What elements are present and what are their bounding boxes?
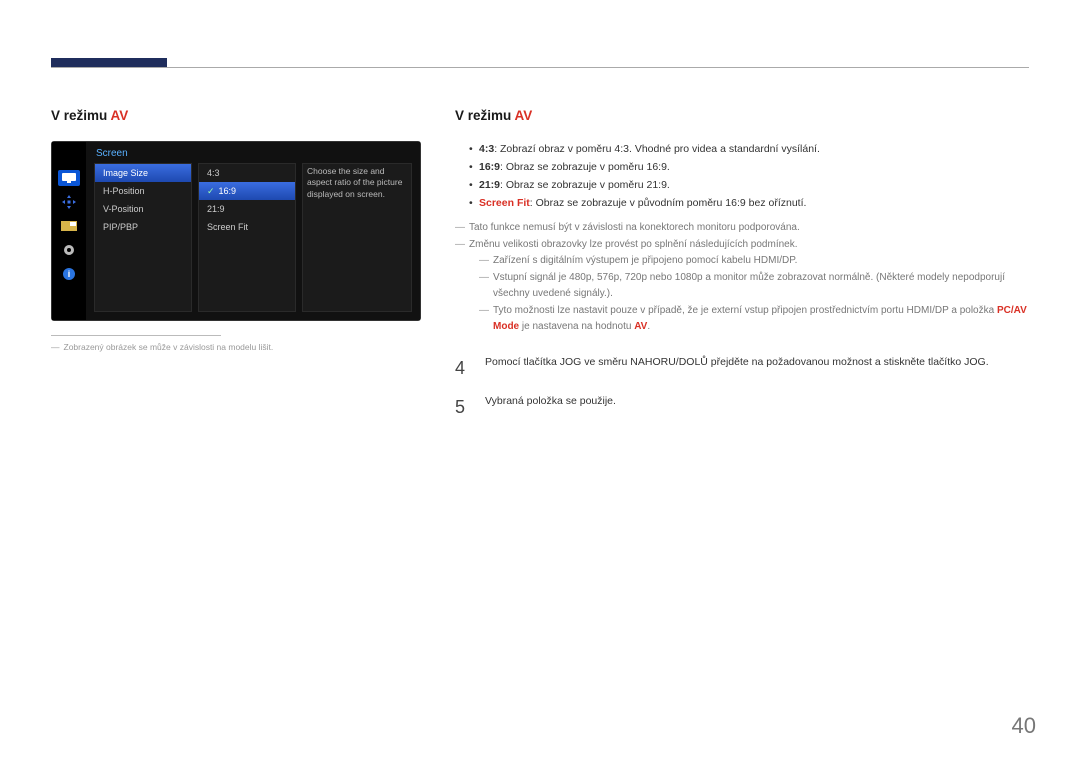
bullet-4-3-text: : Zobrazí obraz v poměru 4:3. Vhodné pro… [494, 143, 820, 155]
step-5: 5 Vybraná položka se použije. [455, 393, 1029, 422]
heading-left-prefix: V režimu [51, 108, 111, 123]
note-2c-c: . [647, 321, 650, 332]
osd-item-pip-pbp: PIP/PBP [95, 218, 191, 236]
bullet-screen-fit: Screen Fit: Obraz se zobrazuje v původní… [469, 195, 1029, 213]
osd-opt-screen-fit: Screen Fit [199, 218, 295, 236]
nav-cross-icon [58, 194, 80, 210]
note-2a: Zařízení s digitálním výstupem je připoj… [479, 253, 1029, 270]
left-column: V režimu AV i Screen Image Size [51, 108, 431, 352]
header-accent-bar [51, 58, 167, 67]
osd-left-list: Image Size H-Position V-Position PIP/PBP [94, 163, 192, 312]
osd-right-list: 4:3 16:9 21:9 Screen Fit [198, 163, 296, 312]
bullet-16-9: 16:9: Obraz se zobrazuje v poměru 16:9. [469, 159, 1029, 177]
heading-left-av: AV [111, 108, 129, 123]
notes-block: Tato funkce nemusí být v závislosti na k… [455, 220, 1029, 336]
note-2c-av: AV [634, 321, 647, 332]
osd-opt-21-9: 21:9 [199, 200, 295, 218]
bullet-4-3-label: 4:3 [479, 143, 494, 155]
heading-left: V režimu AV [51, 108, 431, 123]
heading-right: V režimu AV [455, 108, 1029, 123]
osd-title: Screen [86, 142, 420, 163]
left-footnote: ― Zobrazený obrázek se může v závislosti … [51, 342, 431, 352]
bullet-16-9-text: : Obraz se zobrazuje v poměru 16:9. [500, 161, 670, 173]
monitor-icon [58, 170, 80, 186]
bullet-21-9: 21:9: Obraz se zobrazuje v poměru 21:9. [469, 177, 1029, 195]
note-2c-b: je nastavena na hodnotu [519, 321, 634, 332]
bullet-16-9-label: 16:9 [479, 161, 500, 173]
osd-opt-16-9: 16:9 [199, 182, 295, 200]
right-column: V režimu AV 4:3: Zobrazí obraz v poměru … [455, 108, 1029, 431]
note-2b: Vstupní signál je 480p, 576p, 720p nebo … [479, 270, 1029, 303]
step-4-num: 4 [455, 354, 471, 383]
note-2c-a: Tyto možnosti lze nastavit pouze v přípa… [493, 305, 997, 316]
osd-item-image-size: Image Size [95, 164, 191, 182]
header-rule [51, 67, 1029, 68]
heading-right-prefix: V režimu [455, 108, 515, 123]
osd-screenshot: i Screen Image Size H-Position V-Positio… [51, 141, 421, 321]
step-4: 4 Pomocí tlačítka JOG ve směru NAHORU/DO… [455, 354, 1029, 383]
step-4-text: Pomocí tlačítka JOG ve směru NAHORU/DOLŮ… [485, 354, 989, 383]
gear-icon [58, 242, 80, 258]
osd-item-h-position: H-Position [95, 182, 191, 200]
bullet-21-9-label: 21:9 [479, 179, 500, 191]
left-footnote-text: Zobrazený obrázek se může v závislosti n… [64, 342, 274, 352]
bullet-21-9-text: : Obraz se zobrazuje v poměru 21:9. [500, 179, 670, 191]
bullet-fit-text: : Obraz se zobrazuje v původním poměru 1… [530, 197, 807, 209]
info-icon: i [58, 266, 80, 282]
step-5-num: 5 [455, 393, 471, 422]
bullet-4-3: 4:3: Zobrazí obraz v poměru 4:3. Vhodné … [469, 141, 1029, 159]
osd-body: Image Size H-Position V-Position PIP/PBP… [86, 163, 420, 320]
heading-right-av: AV [515, 108, 533, 123]
bullet-list: 4:3: Zobrazí obraz v poměru 4:3. Vhodné … [469, 141, 1029, 212]
osd-item-v-position: V-Position [95, 200, 191, 218]
osd-help-text: Choose the size and aspect ratio of the … [302, 163, 412, 312]
osd-main: Screen Image Size H-Position V-Position … [86, 142, 420, 320]
bullet-fit-label: Screen Fit [479, 197, 530, 209]
svg-text:i: i [68, 269, 71, 279]
note-2c: Tyto možnosti lze nastavit pouze v přípa… [479, 303, 1029, 336]
footnote-rule [51, 335, 221, 336]
pip-icon [58, 218, 80, 234]
osd-sidebar: i [52, 142, 86, 320]
step-5-text: Vybraná položka se použije. [485, 393, 616, 422]
note-1: Tato funkce nemusí být v závislosti na k… [455, 220, 1029, 237]
page-number: 40 [1012, 713, 1036, 739]
dash-icon: ― [51, 342, 60, 352]
osd-opt-4-3: 4:3 [199, 164, 295, 182]
note-2: Změnu velikosti obrazovky lze provést po… [455, 237, 1029, 254]
steps: 4 Pomocí tlačítka JOG ve směru NAHORU/DO… [455, 354, 1029, 422]
